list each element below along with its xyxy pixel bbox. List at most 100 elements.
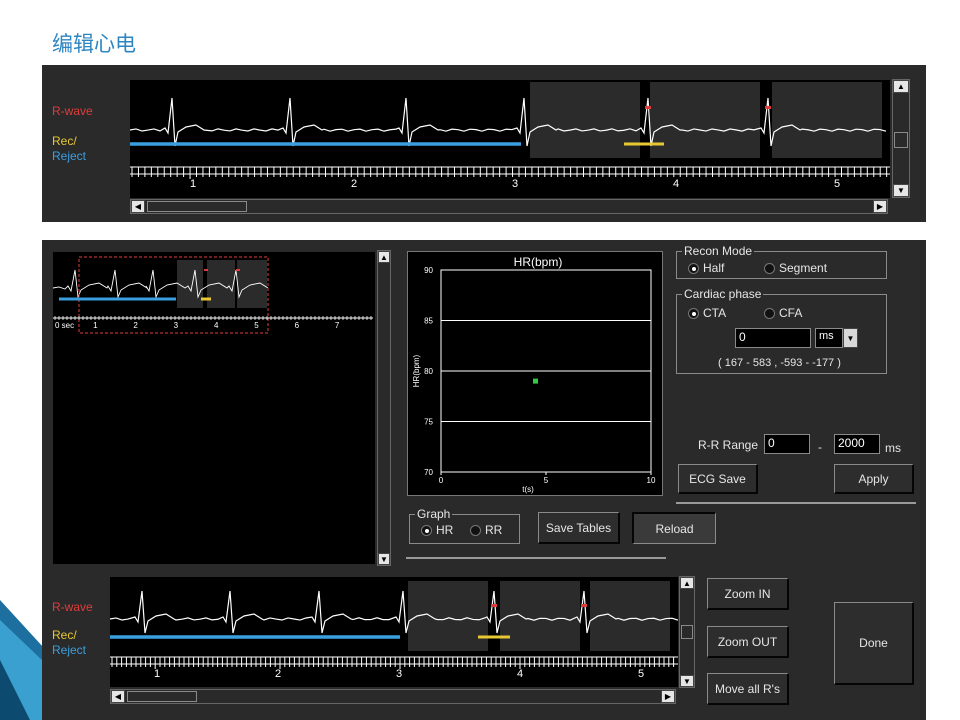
slide-title: 编辑心电 xyxy=(52,32,136,56)
hr-x-tick-label-1: 5 xyxy=(544,476,549,485)
radio-selected-icon[interactable] xyxy=(688,308,699,320)
top-rwave-label: R-wave xyxy=(52,104,93,118)
top-svg-tick-label-1: 2 xyxy=(351,178,357,190)
mini-tick-label-0: 0 sec xyxy=(55,321,74,330)
mini-tick-label-7: 7 xyxy=(335,321,340,330)
triangle-down-icon[interactable]: ▼ xyxy=(893,184,909,197)
top-svg-rwave-marker-0 xyxy=(645,106,651,109)
bottom-ecg-waveform: 1 2 3 4 5 xyxy=(109,581,679,680)
recon-mode-half-option[interactable]: Half xyxy=(688,261,724,275)
mini-reject-segment-0 xyxy=(177,260,203,308)
mini-reject-segment-2 xyxy=(237,260,267,308)
top-vscroll-thumb[interactable] xyxy=(894,132,908,148)
bot-svg-tick-label-2: 3 xyxy=(396,668,402,680)
radio-unselected-icon[interactable] xyxy=(764,263,775,275)
overview-vertical-scrollbar[interactable]: ▲ ▼ xyxy=(377,250,391,566)
recon-mode-segment-option[interactable]: Segment xyxy=(764,261,827,275)
triangle-down-icon[interactable]: ▼ xyxy=(378,553,390,565)
bot-svg-reject-segment-2 xyxy=(590,581,670,651)
top-svg-reject-segment-1 xyxy=(650,82,760,158)
cardiac-phase-value-input[interactable]: 0 xyxy=(735,328,811,348)
bottom-vertical-scrollbar[interactable]: ▲ ▼ xyxy=(679,576,695,688)
top-ecg-strip[interactable]: 1 2 3 4 5 xyxy=(129,80,890,198)
cardiac-phase-unit-select[interactable]: ms xyxy=(815,328,843,348)
top-vertical-scrollbar[interactable]: ▲ ▼ xyxy=(892,79,910,198)
hr-chart-title: HR(bpm) xyxy=(514,255,563,269)
cardiac-phase-title: Cardiac phase xyxy=(682,287,764,301)
rr-range-min-input[interactable]: 0 xyxy=(764,434,810,454)
apply-button[interactable]: Apply xyxy=(834,464,914,494)
graph-hr-option[interactable]: HR xyxy=(421,523,453,537)
graph-rr-option[interactable]: RR xyxy=(470,523,502,537)
decorative-corner-shape xyxy=(0,600,44,720)
bottom-rwave-label: R-wave xyxy=(52,600,93,614)
rr-range-max-input[interactable]: 2000 xyxy=(834,434,880,454)
mini-tick-label-1: 1 xyxy=(93,321,98,330)
done-button[interactable]: Done xyxy=(834,602,914,685)
bottom-hscroll-thumb[interactable] xyxy=(127,691,197,702)
triangle-up-icon[interactable]: ▲ xyxy=(680,577,694,589)
top-horizontal-scrollbar[interactable]: ◀ ▶ xyxy=(130,199,888,214)
mini-rwave-marker-1 xyxy=(236,269,240,271)
top-svg-reject-segment-2 xyxy=(772,82,882,158)
mini-ecg-trace xyxy=(52,269,269,299)
hr-chart: HR(bpm) 90 85 80 75 70 0 5 10 t(s) HR(bpm) xyxy=(407,251,663,496)
triangle-left-icon[interactable]: ◀ xyxy=(111,690,125,703)
hr-y-tick-label-1: 85 xyxy=(424,317,433,326)
overview-ecg-waveform: 0 sec 1 2 3 4 5 6 7 xyxy=(52,256,373,334)
triangle-up-icon[interactable]: ▲ xyxy=(893,80,909,93)
top-svg-tick-label-2: 3 xyxy=(512,178,518,190)
hr-y-axis-label: HR(bpm) xyxy=(412,354,421,387)
rr-range-dash: - xyxy=(818,440,822,454)
zoom-in-button[interactable]: Zoom IN xyxy=(707,578,789,610)
hr-y-tick-label-0: 90 xyxy=(424,266,433,275)
bottom-ecg-strip[interactable]: 1 2 3 4 5 xyxy=(109,577,679,687)
dropdown-arrow-icon[interactable]: ▼ xyxy=(843,328,858,348)
radio-unselected-icon[interactable] xyxy=(470,525,481,537)
cardiac-phase-cta-option[interactable]: CTA xyxy=(688,306,726,320)
top-hscroll-thumb[interactable] xyxy=(147,201,247,212)
recon-mode-title: Recon Mode xyxy=(682,244,755,258)
bottom-vscroll-thumb[interactable] xyxy=(681,625,693,639)
triangle-left-icon[interactable]: ◀ xyxy=(131,200,145,213)
triangle-right-icon[interactable]: ▶ xyxy=(661,690,675,703)
mini-tick-label-6: 6 xyxy=(295,321,300,330)
bot-svg-tick-label-0: 1 xyxy=(154,668,160,680)
hr-x-tick-label-2: 10 xyxy=(647,476,656,485)
mini-tick-label-2: 2 xyxy=(133,321,138,330)
reload-button[interactable]: Reload xyxy=(632,512,716,544)
cardiac-phase-cfa-option[interactable]: CFA xyxy=(764,306,802,320)
move-all-rs-button[interactable]: Move all R's xyxy=(707,673,789,705)
hr-data-point-0 xyxy=(533,378,538,384)
bot-svg-tick-label-1: 2 xyxy=(275,668,281,680)
bot-svg-tick-label-3: 4 xyxy=(517,668,523,680)
hr-y-tick-label-3: 75 xyxy=(424,418,433,427)
cardiac-phase-range-text: ( 167 - 583 , -593 - -177 ) xyxy=(718,357,841,369)
zoom-out-button[interactable]: Zoom OUT xyxy=(707,626,789,658)
bottom-rec-label: Rec/ xyxy=(52,628,77,642)
top-rec-label: Rec/ xyxy=(52,134,77,148)
mini-tick-label-5: 5 xyxy=(254,321,259,330)
bot-svg-rwave-marker-0 xyxy=(491,604,497,607)
top-svg-reject-segment-0 xyxy=(530,82,640,158)
radio-selected-icon[interactable] xyxy=(688,263,699,275)
hr-x-axis-label: t(s) xyxy=(522,485,534,494)
save-tables-button[interactable]: Save Tables xyxy=(538,512,620,544)
bot-svg-reject-segment-1 xyxy=(500,581,580,651)
rr-range-unit: ms xyxy=(885,441,901,455)
right-separator xyxy=(676,502,916,504)
radio-selected-icon[interactable] xyxy=(421,525,432,537)
hr-x-tick-label-0: 0 xyxy=(439,476,444,485)
overview-ecg-view[interactable]: 0 sec 1 2 3 4 5 6 7 xyxy=(52,252,375,564)
bottom-horizontal-scrollbar[interactable]: ◀ ▶ xyxy=(110,689,676,704)
hr-y-tick-label-4: 70 xyxy=(424,468,433,477)
triangle-up-icon[interactable]: ▲ xyxy=(378,251,390,263)
top-svg-tick-label-3: 4 xyxy=(673,178,679,190)
bot-svg-rwave-marker-1 xyxy=(581,604,587,607)
triangle-down-icon[interactable]: ▼ xyxy=(680,675,694,687)
radio-unselected-icon[interactable] xyxy=(764,308,775,320)
ecg-save-button[interactable]: ECG Save xyxy=(678,464,758,494)
triangle-right-icon[interactable]: ▶ xyxy=(873,200,887,213)
top-svg-tick-label-0: 1 xyxy=(190,178,196,190)
top-ecg-waveform: 1 2 3 4 5 xyxy=(129,82,890,190)
